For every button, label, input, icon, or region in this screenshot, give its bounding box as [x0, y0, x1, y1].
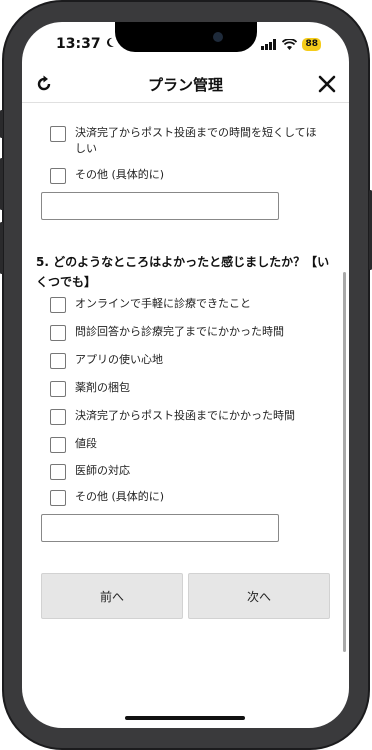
option-label: その他 (具体的に) — [75, 168, 165, 181]
notch — [115, 22, 257, 52]
option-price[interactable]: 値段 — [50, 436, 97, 453]
next-button[interactable]: 次へ — [188, 573, 330, 619]
option-doctor-response[interactable]: 医師の対応 — [50, 463, 130, 480]
option-label: 医師の対応 — [75, 464, 130, 477]
option-label: 薬剤の梱包 — [75, 381, 130, 394]
option-consult-time[interactable]: 問診回答から診療完了までにかかった時間 — [50, 324, 284, 341]
option-shorten-delivery[interactable]: 決済完了からポスト投函までの時間を短くしてほしい — [50, 125, 320, 157]
checkbox[interactable] — [50, 325, 66, 341]
prev-button[interactable]: 前へ — [41, 573, 183, 619]
other-text-input-top[interactable] — [41, 192, 279, 220]
screen: 13:37 88 プラン管理 決済完了からポスト投函までの時間を短くしてほしい … — [22, 22, 349, 728]
volume-up-button — [0, 158, 3, 210]
page-title: プラン管理 — [147, 76, 223, 94]
status-icons: 88 — [261, 37, 321, 51]
scrollbar[interactable] — [343, 272, 346, 652]
checkbox[interactable] — [50, 490, 66, 506]
option-label: オンラインで手軽に診療できたこと — [75, 297, 251, 310]
option-app-usability[interactable]: アプリの使い心地 — [50, 352, 163, 369]
moon-icon — [106, 37, 115, 47]
option-label: 値段 — [75, 437, 97, 450]
option-other-q5[interactable]: その他 (具体的に) — [50, 489, 164, 506]
signal-icon — [261, 38, 277, 50]
option-packaging[interactable]: 薬剤の梱包 — [50, 380, 130, 397]
option-online-easy[interactable]: オンラインで手軽に診療できたこと — [50, 296, 251, 313]
status-time: 13:37 — [56, 36, 101, 52]
volume-down-button — [0, 222, 3, 274]
checkbox[interactable] — [50, 126, 66, 142]
checkbox[interactable] — [50, 409, 66, 425]
survey-content: 決済完了からポスト投函までの時間を短くしてほしい その他 (具体的に) 5. ど… — [22, 103, 349, 728]
wifi-icon — [282, 38, 298, 50]
checkbox[interactable] — [50, 168, 66, 184]
close-icon[interactable] — [317, 74, 337, 94]
option-other-top[interactable]: その他 (具体的に) — [50, 167, 164, 184]
other-text-input-q5[interactable] — [41, 514, 279, 542]
option-label: 問診回答から診療完了までにかかった時間 — [75, 325, 284, 338]
checkbox[interactable] — [50, 353, 66, 369]
option-delivery-time[interactable]: 決済完了からポスト投函までにかかった時間 — [50, 408, 295, 425]
app-header: プラン管理 — [22, 66, 349, 103]
question-5-title: 5. どのようなところはよかったと感じましたか？【いくつでも】 — [36, 255, 330, 289]
home-indicator[interactable] — [125, 716, 245, 720]
option-label: アプリの使い心地 — [75, 353, 163, 366]
checkbox[interactable] — [50, 297, 66, 313]
mute-switch — [0, 110, 3, 138]
option-label: 決済完了からポスト投函までの時間を短くしてほしい — [75, 126, 317, 155]
checkbox[interactable] — [50, 464, 66, 480]
option-label: 決済完了からポスト投函までにかかった時間 — [75, 409, 295, 422]
option-label: その他 (具体的に) — [75, 490, 165, 503]
checkbox[interactable] — [50, 437, 66, 453]
camera-dot — [213, 32, 223, 42]
battery-indicator: 88 — [302, 37, 321, 51]
checkbox[interactable] — [50, 381, 66, 397]
